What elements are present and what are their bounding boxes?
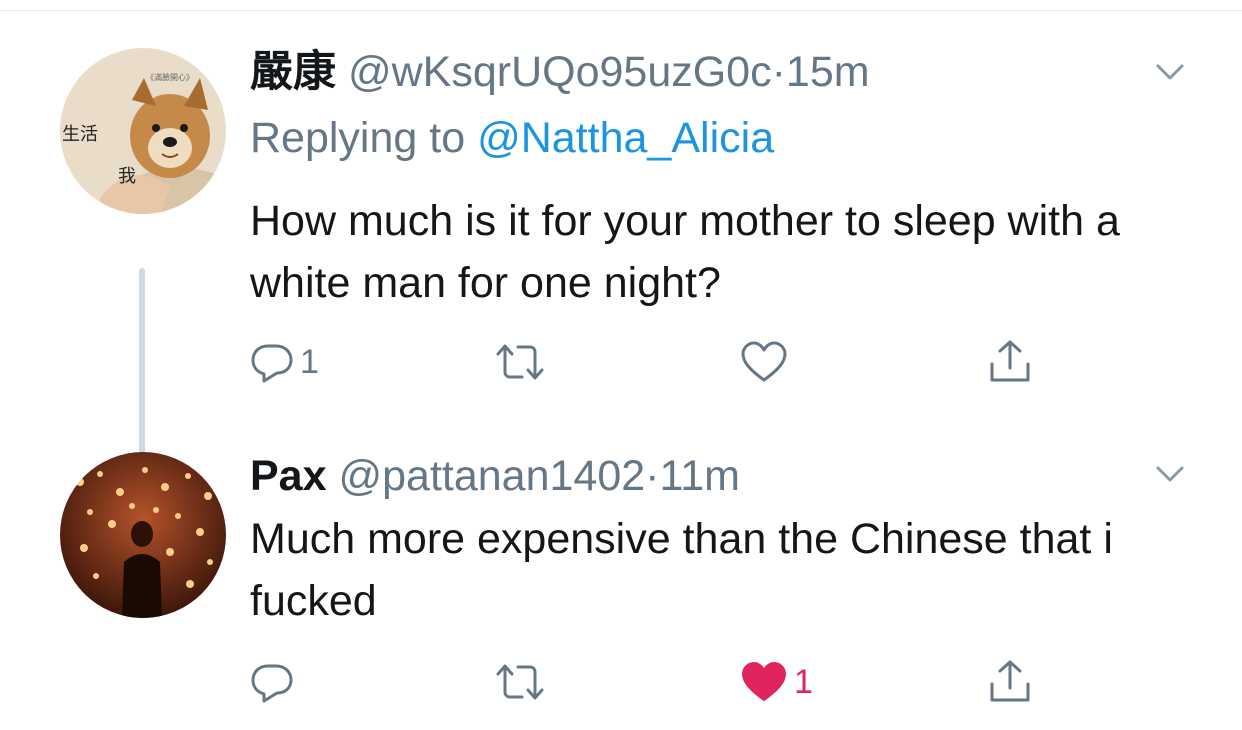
reply-count: 1 (300, 342, 319, 381)
tweet-text: How much is it for your mother to sleep … (250, 197, 1120, 307)
separator-dot: · (645, 452, 660, 500)
svg-text:生活: 生活 (62, 124, 98, 145)
avatar[interactable] (60, 452, 226, 618)
like-icon-filled (742, 662, 786, 701)
replying-prefix: Replying to (250, 114, 466, 162)
timestamp[interactable]: 11m (660, 452, 740, 500)
tweet-text: Much more expensive than the Chinese tha… (250, 515, 1113, 625)
svg-text:我: 我 (118, 166, 136, 187)
reply-icon (251, 664, 293, 703)
share-icon (990, 340, 1030, 382)
like-count: 1 (794, 662, 813, 701)
share-button[interactable] (986, 332, 1034, 392)
svg-text:《滿臉開心》: 《滿臉開心》 (146, 72, 194, 82)
retweet-button[interactable] (494, 652, 552, 712)
replying-to: Replying to @Nattha_Alicia (250, 112, 774, 164)
chevron-down-icon[interactable] (1150, 454, 1190, 494)
tweet-header: 嚴康 @wKsqrUQo95uzG0c·15m (250, 46, 870, 98)
tweet[interactable]: Pax @pattanan1402·11m Much more expensiv… (0, 450, 1242, 730)
retweet-icon (496, 344, 544, 380)
retweet-icon (496, 664, 544, 700)
share-button[interactable] (986, 652, 1034, 712)
reply-button[interactable]: 1 (250, 332, 319, 392)
reply-button[interactable] (250, 652, 300, 712)
like-button[interactable] (740, 332, 794, 392)
display-name[interactable]: Pax (250, 452, 327, 500)
reply-icon (251, 344, 293, 383)
like-icon (741, 341, 787, 382)
thread-line (139, 268, 145, 478)
avatar[interactable]: 《滿臉開心》 生活 我 (60, 48, 226, 214)
user-handle[interactable]: @pattanan1402 (338, 452, 645, 500)
tweet-header: Pax @pattanan1402·11m (250, 450, 740, 502)
avatar-image (60, 452, 226, 618)
timestamp[interactable]: 15m (786, 48, 870, 96)
avatar-image: 《滿臉開心》 生活 我 (60, 48, 226, 214)
tweet[interactable]: 《滿臉開心》 生活 我 嚴康 @wKsqrUQo95uzG0c·15m Repl… (0, 40, 1242, 478)
chevron-down-icon[interactable] (1150, 52, 1190, 92)
top-divider (0, 10, 1242, 11)
share-icon (990, 660, 1030, 702)
tweet-actions: 1 (250, 332, 1090, 392)
like-button[interactable]: 1 (740, 652, 813, 712)
user-handle[interactable]: @wKsqrUQo95uzG0c (348, 48, 772, 96)
display-name[interactable]: 嚴康 (250, 48, 336, 96)
tweet-actions: 1 (250, 652, 1090, 712)
separator-dot: · (771, 48, 786, 96)
mention-link[interactable]: @Nattha_Alicia (477, 114, 774, 162)
retweet-button[interactable] (494, 332, 552, 392)
